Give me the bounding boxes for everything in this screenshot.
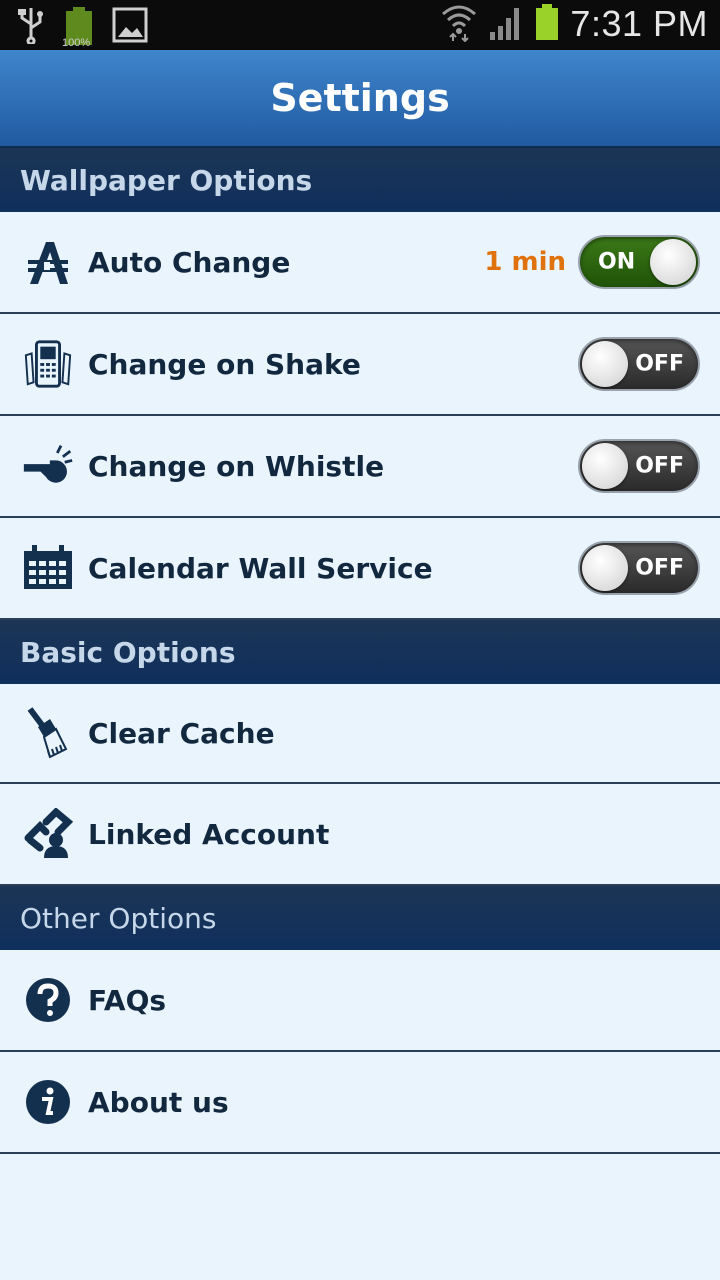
section-title: Basic Options bbox=[20, 635, 236, 669]
status-time: 7:31 PM bbox=[570, 3, 708, 44]
setting-label: Change on Whistle bbox=[88, 449, 385, 483]
setting-change-on-whistle[interactable]: Change on Whistle OFF bbox=[0, 416, 720, 518]
toggle-knob bbox=[650, 239, 696, 285]
setting-faqs[interactable]: FAQs bbox=[0, 950, 720, 1052]
section-header-wallpaper: Wallpaper Options bbox=[0, 148, 720, 212]
toggle-knob bbox=[582, 443, 628, 489]
battery-small-label: 100% bbox=[62, 37, 91, 49]
phone-shake-icon bbox=[22, 338, 74, 390]
setting-clear-cache[interactable]: Clear Cache bbox=[0, 684, 720, 784]
setting-label: About us bbox=[88, 1085, 229, 1119]
section-header-other: Other Options bbox=[0, 886, 720, 950]
signal-icon bbox=[488, 2, 524, 46]
setting-auto-change[interactable]: Auto Change 1 min ON bbox=[0, 212, 720, 314]
setting-about-us[interactable]: About us bbox=[0, 1052, 720, 1154]
section-header-basic: Basic Options bbox=[0, 620, 720, 684]
title-bar: Settings bbox=[0, 50, 720, 148]
info-icon bbox=[22, 1076, 74, 1128]
toggle-knob bbox=[582, 545, 628, 591]
setting-label: Change on Shake bbox=[88, 347, 361, 381]
section-title: Wallpaper Options bbox=[20, 163, 313, 197]
setting-calendar-wall-service[interactable]: Calendar Wall Service OFF bbox=[0, 518, 720, 620]
setting-change-on-shake[interactable]: Change on Shake OFF bbox=[0, 314, 720, 416]
calendar-icon bbox=[22, 542, 74, 594]
page-title: Settings bbox=[270, 76, 450, 120]
auto-change-icon bbox=[22, 236, 74, 288]
auto-change-toggle[interactable]: ON bbox=[578, 235, 700, 289]
setting-label: FAQs bbox=[88, 983, 167, 1017]
interval-value[interactable]: 1 min bbox=[484, 247, 566, 277]
setting-label: Auto Change bbox=[88, 245, 291, 279]
toggle-state: OFF bbox=[635, 453, 684, 479]
battery-icon bbox=[534, 2, 560, 46]
toggle-knob bbox=[582, 341, 628, 387]
status-bar: 100% 7:31 PM bbox=[0, 0, 720, 50]
question-icon bbox=[22, 974, 74, 1026]
whistle-toggle[interactable]: OFF bbox=[578, 439, 700, 493]
toggle-state: OFF bbox=[635, 351, 684, 377]
linked-account-icon bbox=[22, 808, 74, 860]
setting-linked-account[interactable]: Linked Account bbox=[0, 784, 720, 886]
toggle-state: OFF bbox=[635, 555, 684, 581]
gallery-icon bbox=[112, 7, 148, 47]
shake-toggle[interactable]: OFF bbox=[578, 337, 700, 391]
setting-label: Clear Cache bbox=[88, 716, 275, 750]
setting-label: Calendar Wall Service bbox=[88, 551, 433, 585]
brush-icon bbox=[22, 707, 74, 759]
battery-small-icon: 100% bbox=[62, 7, 94, 49]
calendar-toggle[interactable]: OFF bbox=[578, 541, 700, 595]
toggle-state: ON bbox=[598, 249, 636, 275]
usb-icon bbox=[16, 6, 46, 48]
section-title: Other Options bbox=[20, 901, 217, 935]
whistle-icon bbox=[22, 440, 74, 492]
setting-label: Linked Account bbox=[88, 817, 330, 851]
wifi-icon bbox=[440, 2, 478, 46]
